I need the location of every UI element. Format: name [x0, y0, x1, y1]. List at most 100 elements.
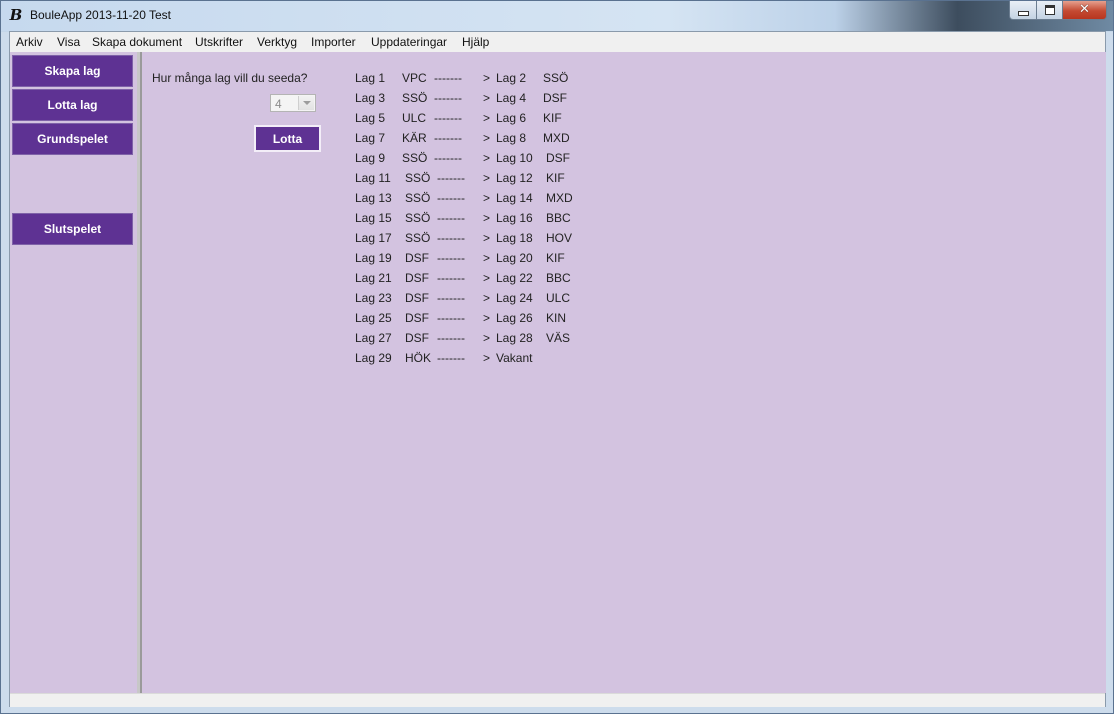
- separator-dashes: -------: [437, 171, 465, 185]
- main-panel: Hur många lag vill du seeda? 4 Lotta Lag…: [140, 52, 1106, 693]
- team-a-club: SSÖ: [402, 91, 428, 105]
- separator-dashes: -------: [437, 251, 465, 265]
- team-a-club: VPC: [402, 71, 427, 85]
- lotta-button[interactable]: Lotta: [254, 125, 321, 152]
- menu-arkiv[interactable]: Arkiv: [16, 35, 43, 49]
- skapa-lag-button[interactable]: Skapa lag: [12, 55, 133, 87]
- app-logo-icon: B: [9, 6, 23, 24]
- arrow-marker: >: [483, 311, 491, 325]
- slutspelet-button[interactable]: Slutspelet: [12, 213, 133, 245]
- menu-verktyg[interactable]: Verktyg: [257, 35, 297, 49]
- team-a-label: Lag 11: [355, 171, 391, 185]
- arrow-marker: >: [483, 71, 491, 85]
- team-b-club: DSF: [543, 91, 567, 105]
- team-a-club: ULC: [402, 111, 427, 125]
- title-bar[interactable]: B BouleApp 2013-11-20 Test ✕: [1, 1, 1113, 31]
- separator-dashes: -------: [434, 91, 462, 105]
- arrow-marker: >: [483, 91, 491, 105]
- team-b-club: DSF: [546, 151, 570, 165]
- arrow-marker: >: [483, 331, 491, 345]
- seed-count-select[interactable]: 4: [270, 94, 316, 112]
- team-a-label: Lag 27: [355, 331, 392, 345]
- separator-dashes: -------: [437, 191, 465, 205]
- menu-uppdateringar[interactable]: Uppdateringar: [371, 35, 447, 49]
- team-a-club: HÖK: [405, 351, 432, 365]
- team-b-label: Vakant: [496, 351, 533, 365]
- team-b-label: Lag 20: [496, 251, 533, 265]
- arrow-marker: >: [483, 291, 491, 305]
- team-a-label: Lag 19: [355, 251, 392, 265]
- sidebar: Skapa lag Lotta lag Grundspelet Slutspel…: [10, 52, 140, 693]
- maximize-button[interactable]: [1037, 1, 1063, 20]
- team-b-label: Lag 22: [496, 271, 533, 285]
- window-title: BouleApp 2013-11-20 Test: [30, 8, 171, 22]
- separator-dashes: -------: [437, 211, 465, 225]
- arrow-marker: >: [483, 171, 491, 185]
- separator-dashes: -------: [437, 311, 465, 325]
- arrow-marker: >: [483, 151, 491, 165]
- team-a-club: SSÖ: [405, 231, 431, 245]
- team-a-club: SSÖ: [402, 151, 428, 165]
- close-button[interactable]: ✕: [1063, 1, 1107, 20]
- team-b-club: KIN: [546, 311, 567, 325]
- client-area: Arkiv Visa Skapa dokument Utskrifter Ver…: [9, 31, 1106, 707]
- team-b-label: Lag 26: [496, 311, 533, 325]
- separator-dashes: -------: [437, 291, 465, 305]
- team-a-label: Lag 13: [355, 191, 392, 205]
- menu-bar: Arkiv Visa Skapa dokument Utskrifter Ver…: [10, 32, 1105, 53]
- arrow-marker: >: [483, 271, 491, 285]
- team-a-label: Lag 1: [355, 71, 386, 85]
- team-b-club: KIF: [543, 111, 562, 125]
- team-a-label: Lag 17: [355, 231, 392, 245]
- team-a-label: Lag 7: [355, 131, 386, 145]
- maximize-icon: [1044, 5, 1055, 15]
- team-a-club: DSF: [405, 311, 429, 325]
- team-a-label: Lag 3: [355, 91, 386, 105]
- separator-dashes: -------: [437, 271, 465, 285]
- menu-utskrifter[interactable]: Utskrifter: [195, 35, 243, 49]
- chevron-down-icon[interactable]: [298, 96, 314, 110]
- team-a-club: DSF: [405, 251, 429, 265]
- team-b-label: Lag 10: [496, 151, 533, 165]
- team-b-club: BBC: [546, 211, 571, 225]
- team-b-club: KIF: [546, 251, 565, 265]
- separator-dashes: -------: [434, 151, 462, 165]
- arrow-marker: >: [483, 351, 491, 365]
- team-b-label: Lag 24: [496, 291, 533, 305]
- team-a-club: SSÖ: [405, 191, 431, 205]
- grundspelet-button[interactable]: Grundspelet: [12, 123, 133, 155]
- team-a-label: Lag 25: [355, 311, 392, 325]
- arrow-marker: >: [483, 191, 491, 205]
- separator-dashes: -------: [437, 231, 465, 245]
- team-a-club: SSÖ: [405, 171, 431, 185]
- separator-dashes: -------: [434, 71, 462, 85]
- team-a-club: DSF: [405, 331, 429, 345]
- team-b-label: Lag 12: [496, 171, 533, 185]
- team-b-club: VÄS: [546, 331, 571, 345]
- menu-skapa-dokument[interactable]: Skapa dokument: [92, 35, 182, 49]
- separator-dashes: -------: [434, 111, 462, 125]
- arrow-marker: >: [483, 231, 491, 245]
- team-b-label: Lag 6: [496, 111, 527, 125]
- menu-hjalp[interactable]: Hjälp: [462, 35, 489, 49]
- team-b-label: Lag 28: [496, 331, 533, 345]
- team-b-club: ULC: [546, 291, 571, 305]
- separator-dashes: -------: [437, 351, 465, 365]
- team-a-label: Lag 23: [355, 291, 392, 305]
- separator-dashes: -------: [437, 331, 465, 345]
- arrow-marker: >: [483, 111, 491, 125]
- window-controls: ✕: [1009, 1, 1107, 20]
- team-b-club: HOV: [546, 231, 573, 245]
- team-a-club: SSÖ: [405, 211, 431, 225]
- minimize-button[interactable]: [1009, 1, 1037, 20]
- team-b-label: Lag 4: [496, 91, 527, 105]
- menu-visa[interactable]: Visa: [57, 35, 80, 49]
- separator-dashes: -------: [434, 131, 462, 145]
- team-a-label: Lag 29: [355, 351, 392, 365]
- menu-importer[interactable]: Importer: [311, 35, 356, 49]
- team-a-club: DSF: [405, 271, 429, 285]
- team-a-label: Lag 21: [355, 271, 392, 285]
- team-a-label: Lag 5: [355, 111, 386, 125]
- seed-question: Hur många lag vill du seeda?: [152, 71, 308, 85]
- lotta-lag-button[interactable]: Lotta lag: [12, 89, 133, 121]
